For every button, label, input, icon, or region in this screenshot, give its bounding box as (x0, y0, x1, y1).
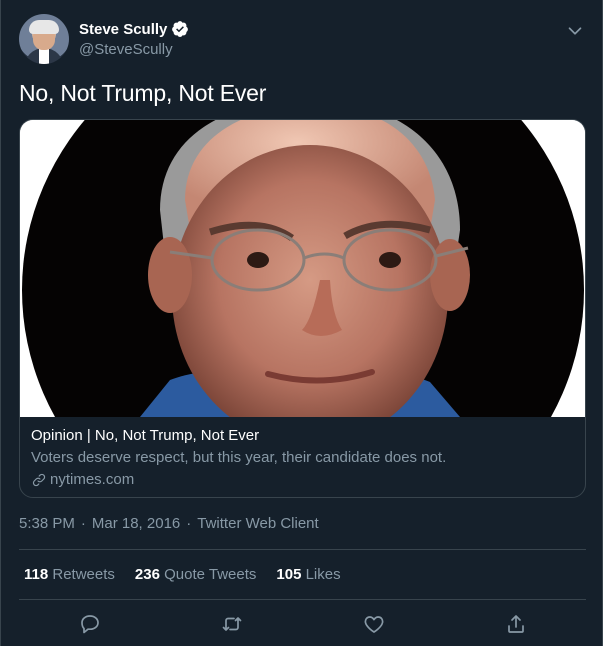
separator: · (186, 515, 192, 532)
divider (19, 549, 586, 550)
quote-tweets-count: 236 (134, 566, 160, 583)
quote-tweets-stat[interactable]: 236 Quote Tweets (135, 566, 256, 583)
card-domain[interactable]: nytimes.com (31, 470, 574, 490)
author-handle[interactable]: @SteveScully (79, 41, 173, 58)
tweet-stats: 118 Retweets 236 Quote Tweets 105 Likes (24, 566, 341, 583)
tweet-actions (19, 612, 586, 640)
avatar[interactable] (19, 14, 69, 64)
retweets-stat[interactable]: 118 Retweets (24, 566, 115, 583)
card-image[interactable] (20, 120, 585, 417)
link-card[interactable]: Opinion | No, Not Trump, Not Ever Voters… (19, 119, 586, 498)
author-display-name[interactable]: Steve Scully (79, 21, 167, 38)
likes-label: Likes (305, 566, 341, 583)
heart-icon[interactable] (362, 612, 386, 636)
card-meta[interactable]: Opinion | No, Not Trump, Not Ever Voters… (31, 426, 574, 490)
portrait-image (20, 120, 585, 417)
retweets-count: 118 (24, 566, 49, 583)
chevron-down-icon[interactable] (564, 20, 586, 42)
tweet-header: Steve Scully @SteveScully (19, 14, 586, 64)
tweet-date[interactable]: Mar 18, 2016 (92, 515, 180, 532)
tweet-time[interactable]: 5:38 PM (19, 515, 75, 532)
reply-icon[interactable] (78, 612, 102, 636)
quote-tweets-label: Quote Tweets (164, 566, 257, 583)
likes-count: 105 (276, 566, 302, 583)
verified-badge-icon (172, 21, 189, 37)
share-icon[interactable] (504, 612, 528, 636)
likes-stat[interactable]: 105 Likes (276, 566, 340, 583)
tweet-text: No, Not Trump, Not Ever (19, 80, 267, 106)
divider (19, 599, 586, 600)
card-description: Voters deserve respect, but this year, t… (31, 449, 447, 466)
separator: · (80, 515, 86, 532)
card-domain-text[interactable]: nytimes.com (50, 470, 134, 490)
tweet-client[interactable]: Twitter Web Client (197, 515, 318, 532)
tweet-timestamp: 5:38 PM · Mar 18, 2016 · Twitter Web Cli… (19, 515, 319, 532)
retweet-icon[interactable] (220, 612, 244, 636)
retweets-label: Retweets (52, 566, 115, 583)
author-name-row[interactable]: Steve Scully (79, 20, 189, 38)
link-icon (32, 473, 46, 487)
card-title[interactable]: Opinion | No, Not Trump, Not Ever (31, 426, 574, 446)
tweet-detail: Steve Scully @SteveScully No, Not Trump,… (0, 0, 603, 646)
